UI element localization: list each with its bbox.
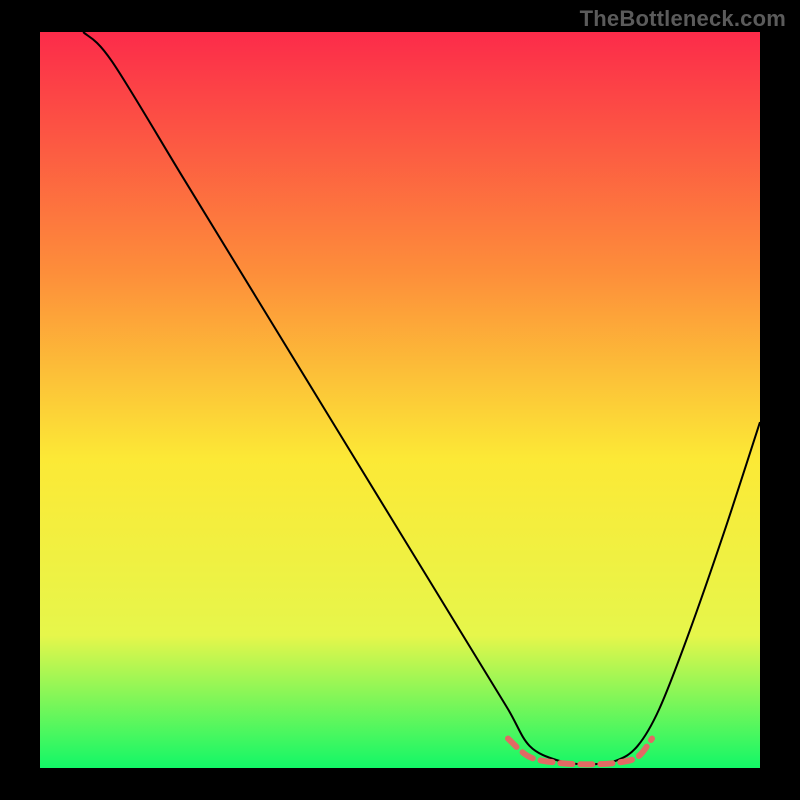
watermark-label: TheBottleneck.com <box>580 6 786 32</box>
chart-frame: TheBottleneck.com <box>0 0 800 800</box>
plot-background <box>40 32 760 768</box>
bottleneck-chart <box>0 0 800 800</box>
